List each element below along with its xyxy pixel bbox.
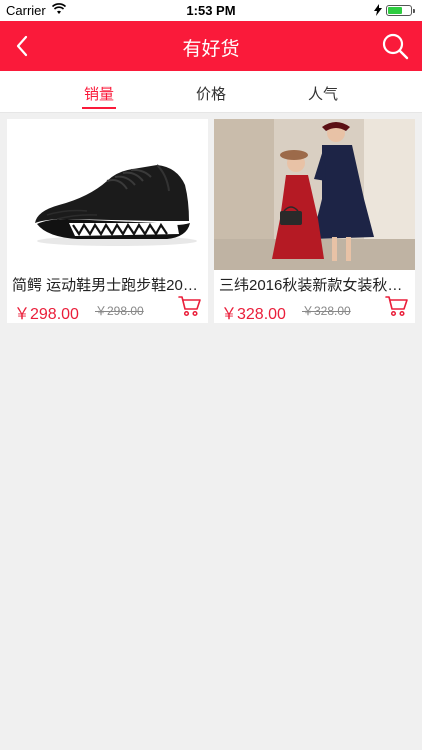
product-image-dresses[interactable] [214, 119, 415, 270]
product-name[interactable]: 简鳄 运动鞋男士跑步鞋2016款 [12, 274, 203, 295]
product-image-sneaker[interactable] [7, 119, 208, 270]
nav-bar: 有好货 [0, 21, 422, 71]
product-original-price: ￥298.00 [95, 304, 144, 318]
charging-icon [374, 4, 382, 16]
product-card[interactable]: 三纬2016秋装新款女装秋款连衣裙 ￥328.00 ￥328.00 [214, 119, 415, 323]
product-price: ￥298.00 [14, 306, 79, 323]
status-time: 1:53 PM [186, 3, 236, 18]
active-tab-indicator [82, 107, 116, 109]
sort-tabs: 销量 价格 人气 [0, 71, 422, 113]
tab-popularity-label: 人气 [307, 86, 338, 103]
product-original-price: ￥328.00 [302, 304, 351, 318]
product-price: ￥328.00 [221, 306, 286, 323]
cart-icon[interactable] [178, 294, 202, 318]
product-card[interactable]: 简鳄 运动鞋男士跑步鞋2016款 ￥298.00 ￥298.00 [7, 119, 208, 323]
tab-price-label: 价格 [195, 86, 226, 103]
page-title: 有好货 [182, 39, 240, 60]
tab-sales[interactable]: 销量 [69, 83, 129, 109]
tab-price[interactable]: 价格 [181, 83, 241, 104]
tab-popularity[interactable]: 人气 [293, 83, 353, 104]
battery-icon [386, 5, 415, 16]
tab-sales-label: 销量 [83, 86, 114, 103]
product-name[interactable]: 三纬2016秋装新款女装秋款连衣裙 [219, 274, 410, 295]
status-bar: Carrier 1:53 PM [0, 0, 422, 21]
search-icon[interactable] [380, 31, 410, 61]
cart-icon[interactable] [385, 294, 409, 318]
